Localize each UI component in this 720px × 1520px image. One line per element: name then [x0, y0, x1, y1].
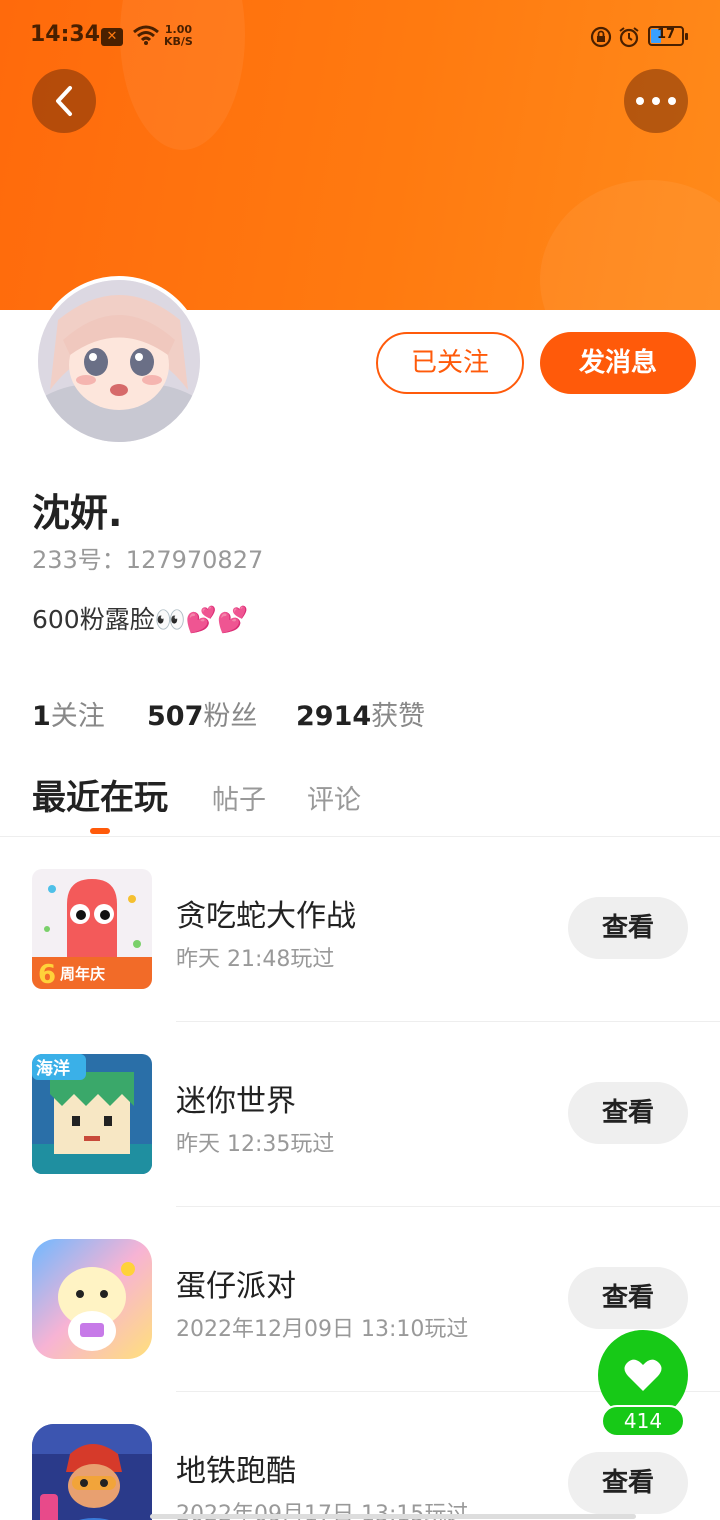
- more-button[interactable]: [624, 69, 688, 133]
- view-button[interactable]: 查看: [568, 1082, 688, 1144]
- send-message-button[interactable]: 发消息: [540, 332, 696, 394]
- like-count: 414: [601, 1405, 685, 1437]
- battery-level: 17: [656, 27, 676, 42]
- user-name: 沈妍.: [32, 491, 123, 535]
- back-arrow-icon: [56, 86, 72, 116]
- followed-button[interactable]: 已关注: [376, 332, 524, 394]
- tab-comments[interactable]: 评论: [307, 778, 361, 817]
- game-name: 贪吃蛇大作战: [176, 899, 356, 934]
- view-button[interactable]: 查看: [568, 1267, 688, 1329]
- heart-icon: [624, 1359, 662, 1391]
- game-played-time: 昨天 21:48玩过: [176, 947, 335, 972]
- stat-following[interactable]: 1关注: [32, 694, 105, 733]
- status-time: 14:34: [30, 22, 101, 47]
- avatar[interactable]: [34, 276, 204, 446]
- stat-likes[interactable]: 2914获赞: [296, 694, 425, 733]
- game-played-time: 2022年12月09日 13:10玩过: [176, 1317, 469, 1342]
- avatar-image: [38, 280, 200, 442]
- mini-world-icon: 海洋: [32, 1054, 152, 1174]
- game-name: 地铁跑酷: [176, 1454, 296, 1489]
- battery-icon: 17: [648, 26, 688, 46]
- stat-likes-label: 获赞: [371, 701, 426, 732]
- network-speed: 1.00 KB/S: [164, 24, 193, 48]
- game-name: 迷你世界: [176, 1084, 296, 1119]
- home-indicator: [150, 1514, 636, 1519]
- lock-rotation-icon: [590, 26, 612, 48]
- notification-icon: ✕: [101, 28, 123, 46]
- network-speed-unit: KB/S: [164, 35, 193, 48]
- view-button[interactable]: 查看: [568, 1452, 688, 1514]
- stat-following-count: 1: [32, 701, 51, 732]
- more-dots-icon: [636, 97, 676, 105]
- stat-fans-label: 粉丝: [203, 701, 258, 732]
- snake-game-icon: 6 周年庆: [32, 869, 152, 989]
- game-name: 蛋仔派对: [176, 1269, 296, 1304]
- stat-following-label: 关注: [50, 701, 105, 732]
- snake-game-badge-text: 周年庆: [60, 965, 105, 983]
- subway-surfers-icon: [32, 1424, 152, 1520]
- tab-indicator: [90, 828, 110, 834]
- snake-game-badge-number: 6: [38, 960, 56, 989]
- user-bio: 600粉露脸👀💕💕: [32, 605, 249, 634]
- tab-posts[interactable]: 帖子: [212, 778, 266, 817]
- back-button[interactable]: [32, 69, 96, 133]
- user-id: 233号：127970827: [32, 546, 264, 574]
- list-item[interactable]: 海洋 迷你世界 昨天 12:35玩过 查看: [0, 1022, 720, 1207]
- profile-tabs: 最近在玩 帖子 评论: [0, 770, 720, 837]
- status-bar: 14:34 ✕ 1.00 KB/S 17: [0, 0, 720, 74]
- game-played-time: 昨天 12:35玩过: [176, 1132, 335, 1157]
- list-item[interactable]: 6 周年庆 贪吃蛇大作战 昨天 21:48玩过 查看: [0, 837, 720, 1022]
- eggy-party-icon: [32, 1239, 152, 1359]
- stat-fans-count: 507: [147, 701, 204, 732]
- tab-recent-played[interactable]: 最近在玩: [32, 770, 168, 819]
- view-button[interactable]: 查看: [568, 897, 688, 959]
- alarm-icon: [619, 27, 639, 48]
- stat-fans[interactable]: 507粉丝: [147, 694, 257, 733]
- wifi-icon: [133, 25, 159, 45]
- stat-likes-count: 2914: [296, 701, 372, 732]
- mini-world-badge: 海洋: [36, 1058, 70, 1079]
